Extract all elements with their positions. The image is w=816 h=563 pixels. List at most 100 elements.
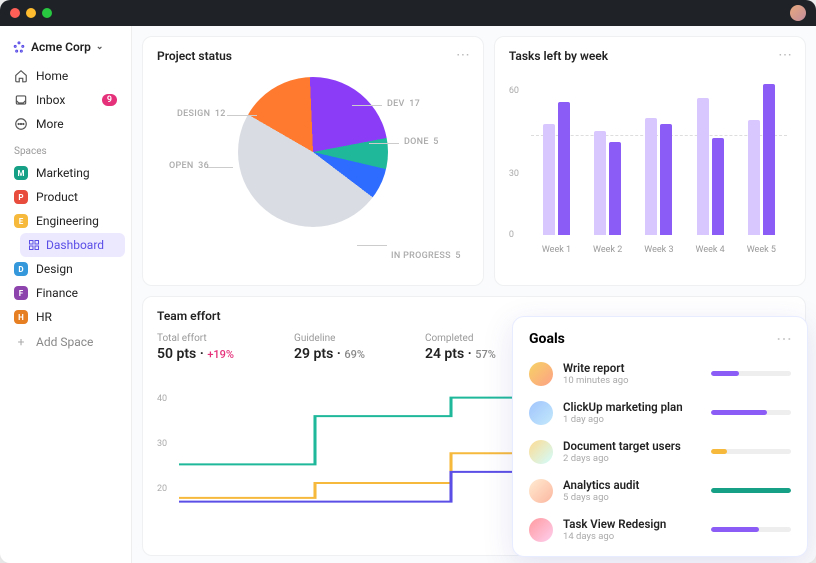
goal-name: ClickUp marketing plan [563,400,701,414]
leader-line [352,105,382,106]
space-label: Marketing [36,166,90,180]
add-space-button[interactable]: + Add Space [6,329,125,355]
space-label: Finance [36,286,78,300]
goal-item[interactable]: Analytics audit5 days ago [529,478,791,503]
sidebar-dashboard[interactable]: Dashboard [20,233,125,257]
bar [697,98,709,235]
space-label: Engineering [36,214,99,228]
nav-home[interactable]: Home [6,64,125,88]
goal-item[interactable]: Write report10 minutes ago [529,361,791,386]
goal-avatar [529,479,553,503]
sidebar-space-finance[interactable]: F Finance [6,281,125,305]
pie-label-dev: DEV 17 [385,99,420,109]
workspace-name: Acme Corp [31,40,91,54]
space-label: Product [36,190,78,204]
card-menu-icon[interactable]: ⋯ [456,47,471,63]
maximize-window-icon[interactable] [42,8,52,18]
bar [660,124,672,235]
bar [748,120,760,235]
sidebar-space-marketing[interactable]: M Marketing [6,161,125,185]
pie-label-inprogress: IN PROGRESS 5 [389,251,461,261]
workspace-switcher[interactable]: Acme Corp ⌄ [6,36,125,58]
plus-icon: + [14,335,28,349]
dashboard-icon [28,239,40,251]
goal-progress [711,410,791,415]
close-window-icon[interactable] [10,8,20,18]
pie-label-done: DONE 5 [402,137,439,147]
x-tick: Week 2 [593,245,622,255]
goal-avatar [529,401,553,425]
goal-progress [711,449,791,454]
sidebar-space-engineering[interactable]: EEngineering [6,209,125,233]
space-badge-icon: H [14,310,28,324]
space-label: HR [36,310,52,324]
x-tick: Week 4 [695,245,724,255]
leader-line [369,143,399,144]
y-tick: 30 [509,169,519,179]
sidebar-space-hr[interactable]: H HR [6,305,125,329]
sidebar-space-design[interactable]: DDesign [6,257,125,281]
bar-group [539,102,573,235]
nav-label: Inbox [36,93,65,107]
space-badge-icon: F [14,286,28,300]
spaces-section-label: Spaces [6,136,125,161]
leader-line [357,245,387,246]
more-icon [14,117,28,131]
metric-value: 29 pts · 69% [294,346,365,362]
goals-title: Goals [529,331,791,347]
sidebar: Acme Corp ⌄ Home Inbox 9 More Spaces M Ma… [0,26,132,563]
goal-time: 10 minutes ago [563,375,701,386]
bar [645,118,657,235]
minimize-window-icon[interactable] [26,8,36,18]
y-tick: 60 [509,86,519,96]
nav-more[interactable]: More [6,112,125,136]
bar [712,138,724,235]
goal-avatar [529,518,553,542]
app-window: Acme Corp ⌄ Home Inbox 9 More Spaces M Ma… [0,0,816,563]
nav-inbox[interactable]: Inbox 9 [6,88,125,112]
bar-chart: 60 30 0 Week 1 Week 2 Week 3 Week 4 Week 5 [509,77,791,257]
leader-line [207,167,233,168]
bar-group [744,84,778,235]
bar [594,131,606,235]
card-menu-icon[interactable]: ⋯ [776,329,793,348]
goal-item[interactable]: Document target users2 days ago [529,439,791,464]
goal-progress [711,371,791,376]
goal-time: 2 days ago [563,453,701,464]
x-tick: Week 1 [542,245,571,255]
goal-avatar [529,440,553,464]
goal-item[interactable]: Task View Redesign14 days ago [529,517,791,542]
goal-name: Document target users [563,439,701,453]
goal-name: Task View Redesign [563,517,701,531]
goal-avatar [529,362,553,386]
metric: Guideline 29 pts · 69% [294,333,365,362]
bar [763,84,775,235]
bar-group [693,98,727,235]
metric-value: 24 pts · 57% [425,346,496,362]
sidebar-space-product[interactable]: PProduct [6,185,125,209]
add-space-label: Add Space [36,335,93,349]
inbox-badge: 9 [102,94,117,106]
traffic-lights [10,8,52,18]
goal-time: 14 days ago [563,531,701,542]
y-tick: 30 [157,439,167,449]
leader-line [227,115,257,116]
goals-card: Goals ⋯ Write report10 minutes ago Click… [512,316,808,557]
goal-item[interactable]: ClickUp marketing plan1 day ago [529,400,791,425]
x-tick: Week 5 [747,245,776,255]
goal-time: 5 days ago [563,492,701,503]
metric-label: Completed [425,333,496,344]
tasks-by-week-card: Tasks left by week ⋯ 60 30 0 Week 1Week … [494,36,806,286]
space-badge-icon: M [14,166,28,180]
goal-time: 1 day ago [563,414,701,425]
x-tick: Week 3 [644,245,673,255]
bar [558,102,570,235]
pie-chart: DEV 17 DONE 5 IN PROGRESS 5 DESIGN 12 OP… [157,77,469,257]
y-tick: 0 [509,230,514,240]
user-avatar[interactable] [790,5,806,21]
metric: Total effort 50 pts · +19% [157,333,234,362]
goal-name: Write report [563,361,701,375]
card-menu-icon[interactable]: ⋯ [778,47,793,63]
chevron-down-icon: ⌄ [96,42,104,52]
nav-label: More [36,117,64,131]
